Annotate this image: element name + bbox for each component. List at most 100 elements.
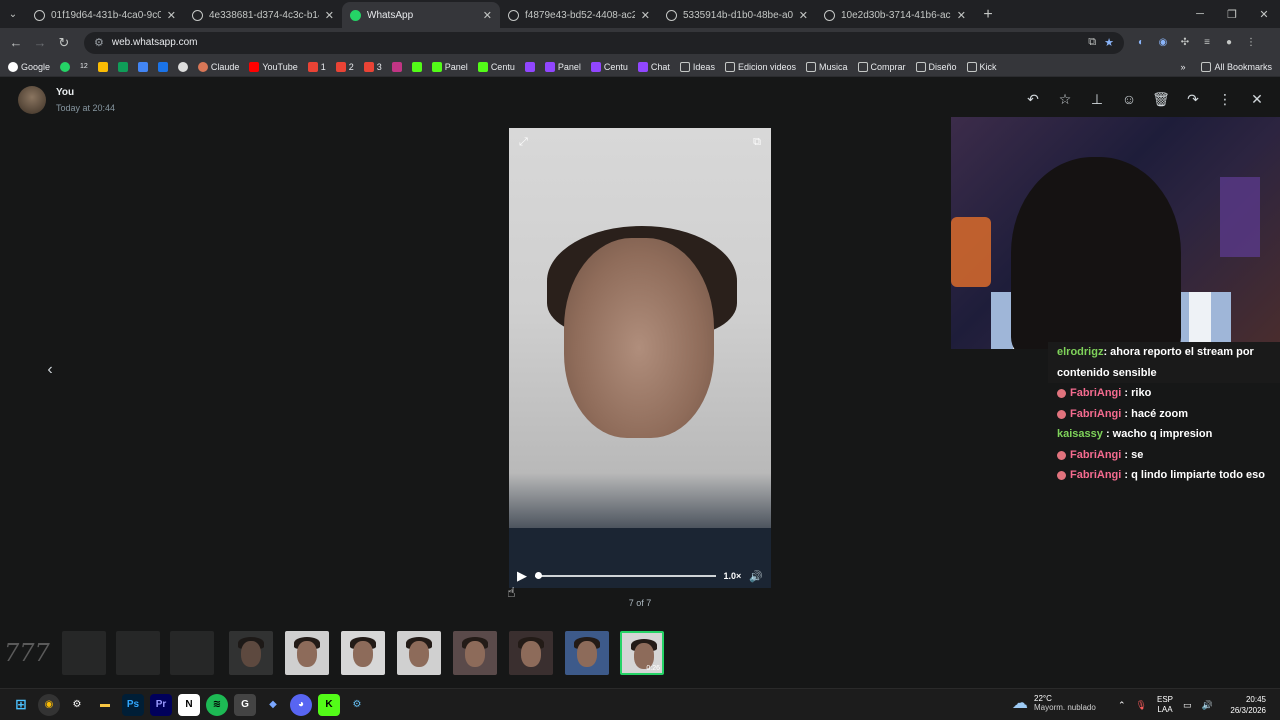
browser-tab-6[interactable]: 10e2d30b-3714-41b6-ac5e-c7 ✕ <box>816 2 974 28</box>
extension-icon[interactable]: ◉ <box>1154 34 1172 52</box>
browser-menu-icon[interactable]: ⋮ <box>1242 34 1260 52</box>
chrome-icon[interactable]: ◉ <box>38 693 60 716</box>
reload-icon[interactable]: ↻ <box>52 31 76 55</box>
windows-start-icon[interactable]: ⊞ <box>10 694 32 716</box>
bookmark-item[interactable]: 3 <box>363 61 382 72</box>
close-tab-icon[interactable]: ✕ <box>325 9 334 22</box>
seek-knob[interactable] <box>535 572 542 579</box>
trash-icon[interactable]: 🗑 <box>1152 90 1170 108</box>
bookmark-item[interactable]: Ideas <box>679 61 715 72</box>
browser-tab-5[interactable]: 5335914b-d1b0-48be-a05e-94 ✕ <box>658 2 816 28</box>
media-thumbnail[interactable] <box>509 631 553 675</box>
media-thumbnail[interactable] <box>229 631 273 675</box>
settings-icon[interactable]: ⚙ <box>66 694 88 716</box>
steam-icon[interactable]: ⚙ <box>346 694 368 716</box>
close-icon[interactable]: ✕ <box>1248 90 1266 108</box>
photoshop-icon[interactable]: Ps <box>122 693 144 716</box>
forward-icon[interactable]: ↷ <box>1184 90 1202 108</box>
weather-widget[interactable]: ☁ 22°C Mayorm. nublado <box>1012 693 1096 713</box>
bookmark-item[interactable]: Panel <box>544 61 581 72</box>
bookmark-item[interactable]: Edicion videos <box>724 61 796 72</box>
minimize-icon[interactable]: ─ <box>1184 0 1216 28</box>
media-thumbnail[interactable] <box>453 631 497 675</box>
bookmark-item[interactable]: Comprar <box>857 61 906 72</box>
bookmark-item[interactable] <box>97 61 108 72</box>
bookmark-item[interactable]: Panel <box>431 61 468 72</box>
puzzle-icon[interactable]: ✣ <box>1176 34 1194 52</box>
bookmark-item[interactable]: Kick <box>966 61 997 72</box>
media-thumbnail[interactable] <box>397 631 441 675</box>
reply-icon[interactable]: ↶ <box>1024 90 1042 108</box>
seek-bar[interactable] <box>535 572 716 579</box>
all-bookmarks[interactable]: All Bookmarks <box>1201 62 1272 72</box>
bookmark-item[interactable]: Centu <box>590 61 628 72</box>
bookmark-item[interactable]: Diseño <box>915 61 957 72</box>
pin-icon[interactable]: ⊥ <box>1088 90 1106 108</box>
bookmark-item[interactable]: YouTube <box>249 61 298 72</box>
fullscreen-icon[interactable]: ⤢ <box>519 136 528 149</box>
back-icon[interactable]: ← <box>4 31 28 55</box>
bookmark-item[interactable]: Claude <box>197 61 239 72</box>
volume-icon[interactable]: 🔊 <box>749 570 763 583</box>
playback-speed-button[interactable]: 1.0× <box>724 571 742 581</box>
chevron-up-icon[interactable]: ⌃ <box>1118 700 1126 711</box>
file-explorer-icon[interactable]: ▬ <box>94 694 116 716</box>
window-close-icon[interactable]: ✕ <box>1248 0 1280 28</box>
close-tab-icon[interactable]: ✕ <box>167 9 176 22</box>
site-info-icon[interactable]: ⚙ <box>94 36 104 49</box>
bookmark-item[interactable]: Google <box>8 61 50 72</box>
tab-search-icon[interactable]: ⌄ <box>0 0 26 28</box>
media-thumbnail-selected[interactable]: 0:26 <box>620 631 664 675</box>
bookmark-item[interactable]: Centu <box>477 61 515 72</box>
bookmark-item[interactable]: 1 <box>307 61 326 72</box>
browser-tab-whatsapp[interactable]: WhatsApp ✕ <box>342 2 500 28</box>
bookmark-item[interactable] <box>411 61 422 72</box>
spotify-icon[interactable]: ≋ <box>206 693 228 716</box>
app-icon[interactable]: G <box>234 693 256 716</box>
bookmark-item[interactable] <box>524 61 535 72</box>
menu-icon[interactable]: ⋮ <box>1216 90 1234 108</box>
monitor-icon[interactable]: ▭ <box>1183 700 1192 711</box>
kick-icon[interactable]: K <box>318 693 340 716</box>
close-tab-icon[interactable]: ✕ <box>641 9 650 22</box>
taskbar-clock[interactable]: 20:45 26/3/2026 <box>1230 694 1266 716</box>
bookmark-item[interactable] <box>60 61 71 72</box>
volume-tray-icon[interactable]: 🔊 <box>1202 700 1213 711</box>
media-thumbnail[interactable] <box>341 631 385 675</box>
profile-icon[interactable]: ● <box>1220 34 1238 52</box>
app-icon[interactable]: ◆ <box>262 694 284 716</box>
media-thumbnail[interactable] <box>285 631 329 675</box>
address-bar[interactable]: ⚙ web.whatsapp.com ⧉ ★ <box>84 31 1124 54</box>
bookmark-item[interactable]: 2 <box>335 61 354 72</box>
browser-tab-2[interactable]: 4e338681-d374-4c3c-b14f-06a ✕ <box>184 2 342 28</box>
sender-info[interactable]: You Today at 20:44 <box>18 86 115 114</box>
close-tab-icon[interactable]: ✕ <box>799 9 808 22</box>
bookmark-item[interactable] <box>177 61 188 72</box>
close-tab-icon[interactable]: ✕ <box>483 9 492 22</box>
bookmark-item[interactable] <box>391 61 402 72</box>
notion-icon[interactable]: N <box>178 693 200 716</box>
bookmark-item[interactable] <box>137 61 148 72</box>
install-app-icon[interactable]: ⧉ <box>1088 36 1096 49</box>
bookmark-item[interactable]: Musica <box>806 61 848 72</box>
previous-media-button[interactable]: ‹ <box>36 358 64 382</box>
emoji-icon[interactable]: ☺ <box>1120 90 1138 108</box>
discord-icon[interactable]: ◕ <box>290 693 312 716</box>
microphone-icon[interactable]: 🎙 <box>1136 700 1147 711</box>
new-tab-button[interactable]: + <box>974 2 1002 28</box>
star-icon[interactable]: ☆ <box>1056 90 1074 108</box>
premiere-icon[interactable]: Pr <box>150 693 172 716</box>
browser-tab-4[interactable]: f4879e43-bd52-4408-ac26-1d ✕ <box>500 2 658 28</box>
play-icon[interactable]: ▶ <box>517 568 527 584</box>
picture-in-picture-icon[interactable]: ⧉ <box>753 136 761 149</box>
media-thumbnail[interactable] <box>565 631 609 675</box>
media-thumbnail[interactable] <box>62 631 106 675</box>
url-text[interactable]: web.whatsapp.com <box>112 37 198 48</box>
close-tab-icon[interactable]: ✕ <box>957 9 966 22</box>
bookmark-item[interactable] <box>117 61 128 72</box>
bookmark-item[interactable]: Chat <box>637 61 670 72</box>
language-indicator[interactable]: ESP LAA <box>1157 695 1173 715</box>
forward-icon[interactable]: → <box>28 31 52 55</box>
bookmark-item[interactable]: 12 <box>80 63 88 70</box>
video-player[interactable]: ⤢ ⧉ ▶ 1.0× 🔊 <box>509 128 771 588</box>
